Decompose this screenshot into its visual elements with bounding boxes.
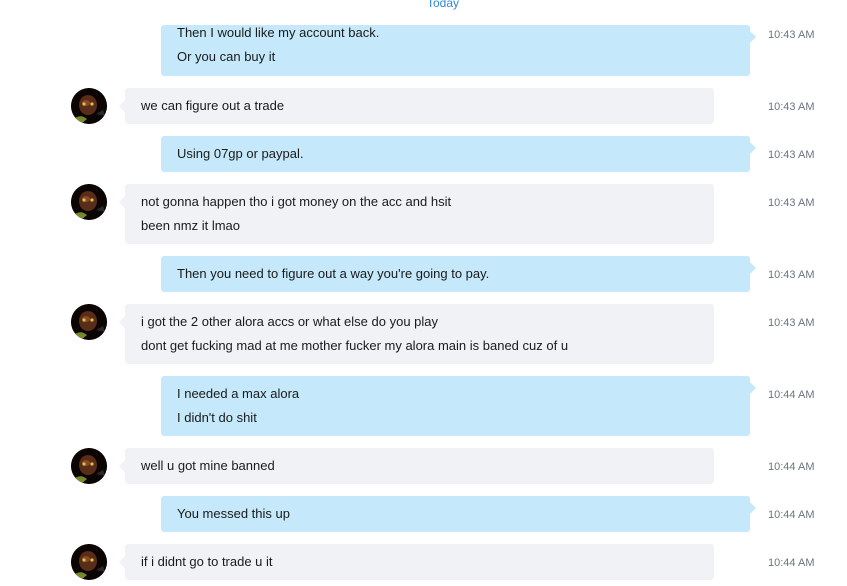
contact-avatar[interactable] (71, 184, 107, 220)
message-text: Using 07gp or paypal. (177, 146, 304, 161)
message-text: if i didnt go to trade u it (141, 554, 273, 569)
message-text: i got the 2 other alora accs or what els… (141, 314, 439, 329)
message-text: we can figure out a trade (141, 98, 285, 113)
outgoing-message[interactable]: Using 07gp or paypal. (161, 136, 756, 172)
message-timestamp: 10:43 AM (768, 197, 815, 209)
message-timestamp: 10:43 AM (768, 317, 815, 329)
message-text: I didn't do shit (177, 410, 257, 425)
contact-avatar[interactable] (71, 448, 107, 484)
message-text: You messed this up (177, 506, 290, 521)
message-text: dont get fucking mad at me mother fucker… (141, 338, 569, 353)
contact-avatar[interactable] (71, 304, 107, 340)
incoming-message[interactable]: i got the 2 other alora accs or what els… (119, 304, 714, 364)
day-separator: Today (426, 0, 460, 10)
message-timestamp: 10:43 AM (768, 29, 815, 41)
incoming-message[interactable]: if i didnt go to trade u it (119, 544, 714, 580)
outgoing-message[interactable]: You messed this up (161, 496, 756, 532)
message-text: well u got mine banned (141, 458, 275, 473)
outgoing-message[interactable]: I needed a max alora I didn't do shit (161, 376, 756, 436)
incoming-message[interactable]: we can figure out a trade (119, 88, 714, 124)
message-text: Or you can buy it (177, 49, 276, 64)
message-text: Then I would like my account back. (177, 25, 380, 40)
message-text: been nmz it lmao (141, 218, 240, 233)
contact-avatar[interactable] (71, 544, 107, 580)
message-timestamp: 10:43 AM (768, 149, 815, 161)
message-timestamp: 10:43 AM (768, 269, 815, 281)
message-timestamp: 10:44 AM (768, 389, 815, 401)
chat-view: Today Then I would like my account back.… (0, 0, 847, 586)
incoming-message[interactable]: well u got mine banned (119, 448, 714, 484)
message-text: I needed a max alora (177, 386, 300, 401)
message-text: Then you need to figure out a way you're… (177, 266, 490, 281)
outgoing-message[interactable]: Then I would like my account back. Or yo… (161, 25, 756, 76)
outgoing-message[interactable]: Then you need to figure out a way you're… (161, 256, 756, 292)
contact-avatar[interactable] (71, 88, 107, 124)
message-text: not gonna happen tho i got money on the … (141, 194, 452, 209)
message-timestamp: 10:44 AM (768, 461, 815, 473)
message-timestamp: 10:43 AM (768, 101, 815, 113)
message-timestamp: 10:44 AM (768, 557, 815, 569)
incoming-message[interactable]: not gonna happen tho i got money on the … (119, 184, 714, 244)
message-timestamp: 10:44 AM (768, 509, 815, 521)
